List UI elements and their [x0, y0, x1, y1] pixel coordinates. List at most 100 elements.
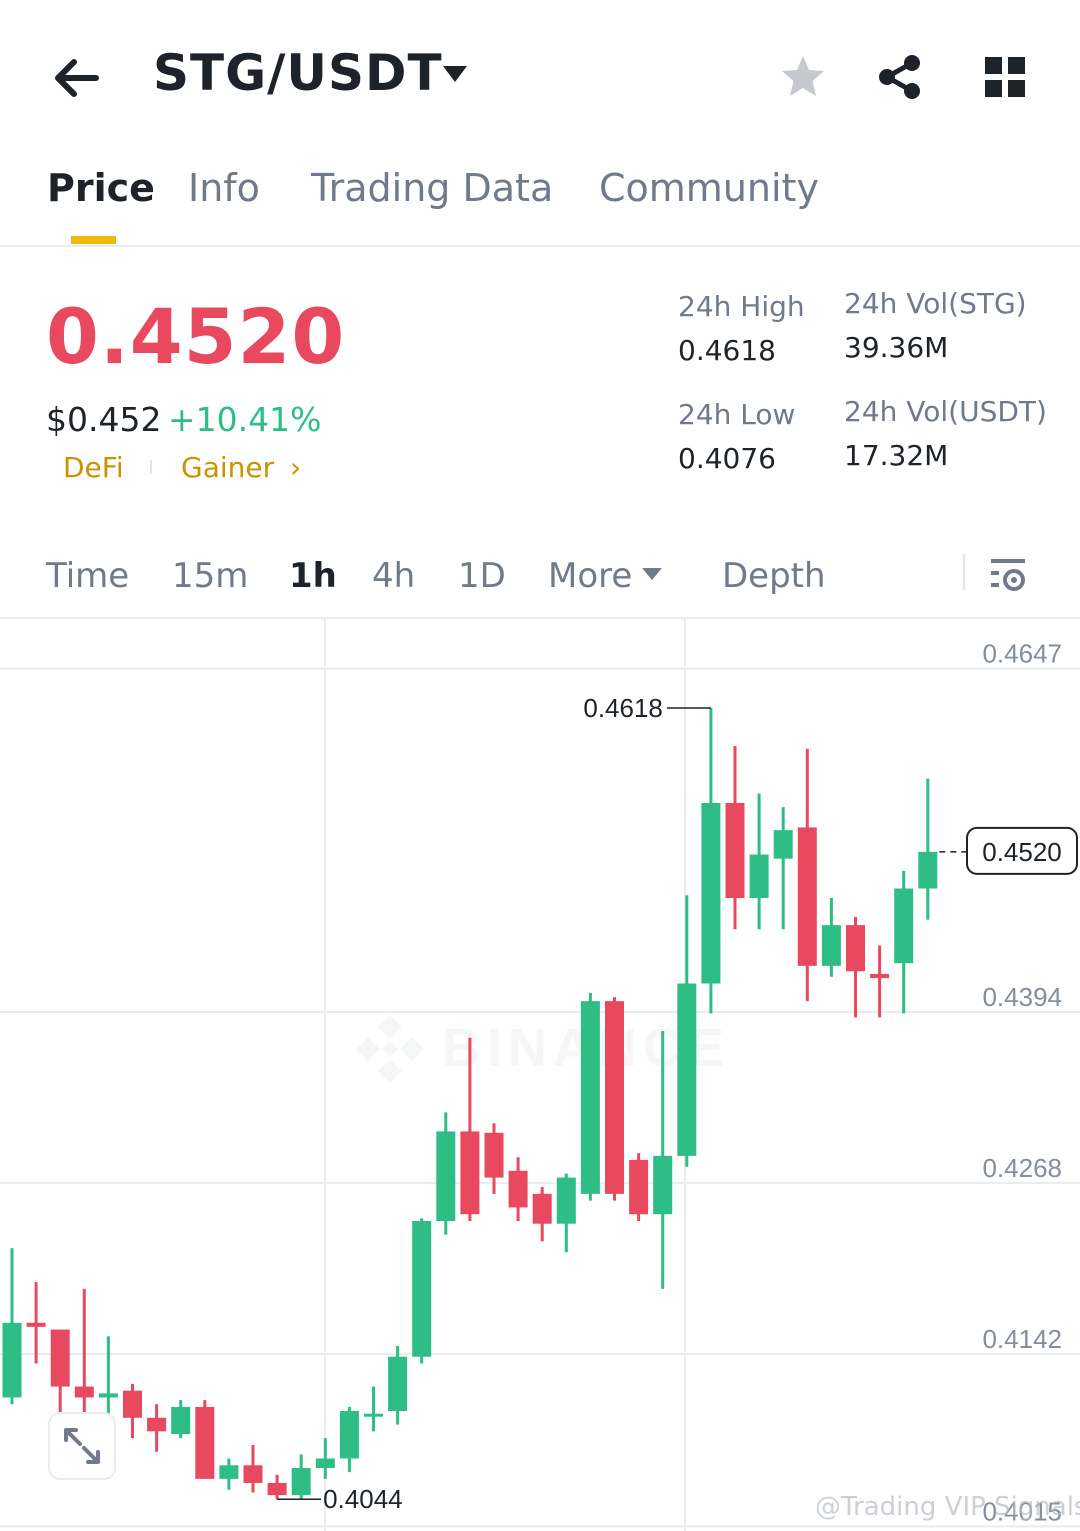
dropdown-caret-icon[interactable] [441, 62, 469, 86]
candle [846, 917, 865, 1018]
candle-body [797, 827, 817, 966]
grid-menu-icon[interactable] [983, 55, 1027, 99]
candle-body [364, 1413, 383, 1417]
candle [556, 1173, 576, 1253]
candle [870, 945, 890, 1018]
candle [219, 1458, 239, 1490]
candle [918, 778, 938, 920]
interval-15m[interactable]: 15m [172, 556, 248, 596]
candle [388, 1345, 408, 1425]
stat-label-24h-vol-usdt: 24h Vol(USDT) [844, 395, 1047, 428]
stat-value-24h-vol-stg: 39.36M [844, 331, 949, 364]
candle-body [556, 1177, 576, 1224]
tab-price[interactable]: Price [47, 166, 155, 210]
candle [291, 1454, 311, 1500]
low-marker-label: 0.4044 [323, 1484, 403, 1514]
pair-title[interactable]: STG/USDT [153, 44, 443, 102]
tab-trading-data[interactable]: Trading Data [311, 166, 553, 210]
tag-gainer[interactable]: Gainer [181, 451, 274, 484]
expand-icon [64, 1428, 100, 1464]
candle-body [484, 1132, 504, 1178]
tag-separator [150, 460, 152, 474]
candle [821, 898, 841, 977]
candle [2, 1248, 22, 1405]
stat-value-24h-high: 0.4618 [678, 334, 776, 367]
y-axis-tick-label: 0.4647 [982, 639, 1062, 669]
y-axis-tick-label: 0.4394 [982, 982, 1062, 1012]
chevron-right-icon[interactable]: › [290, 451, 301, 484]
interval-more[interactable]: More [548, 556, 632, 596]
interval-4h[interactable]: 4h [372, 556, 415, 596]
candle [894, 870, 914, 1014]
candle-body [677, 983, 697, 1156]
share-icon[interactable] [875, 52, 925, 102]
candle-body [508, 1170, 528, 1208]
candle-body [701, 803, 721, 984]
candlestick-chart[interactable]: BINANCE 0.46470.43940.42680.41420.40150.… [0, 619, 1080, 1531]
candle [364, 1386, 383, 1432]
candle-body [725, 803, 745, 898]
active-tab-indicator [71, 236, 116, 244]
candle-body [821, 925, 841, 966]
star-icon[interactable] [778, 52, 828, 102]
watermark-credit: @Trading VIP Signals [815, 1492, 1080, 1522]
tab-community[interactable]: Community [599, 166, 819, 210]
last-price-tag: 0.4520 [982, 837, 1062, 867]
candle [629, 1153, 649, 1221]
stat-label-24h-high: 24h High [678, 290, 805, 323]
candle [243, 1444, 263, 1493]
interval-1d[interactable]: 1D [458, 556, 506, 596]
candle [412, 1218, 432, 1364]
candle [123, 1383, 142, 1439]
candle-body [436, 1131, 456, 1221]
candle [677, 895, 697, 1167]
candle-body [532, 1193, 552, 1224]
binance-watermark: BINANCE [356, 1015, 724, 1083]
candle [339, 1406, 359, 1473]
candle-body [846, 925, 865, 972]
candle [701, 708, 721, 1014]
last-price: 0.4520 [46, 292, 346, 381]
candle-body [460, 1131, 480, 1215]
candle-body [870, 974, 890, 979]
candle-body [50, 1329, 70, 1387]
candle-body [26, 1322, 46, 1327]
tag-defi[interactable]: DeFi [63, 451, 124, 484]
candle-body [147, 1417, 167, 1432]
candle-body [243, 1465, 263, 1483]
interval-time[interactable]: Time [46, 556, 129, 596]
candle-body [123, 1390, 142, 1418]
more-caret-icon[interactable] [641, 566, 663, 582]
candle [532, 1187, 552, 1242]
candle [171, 1400, 191, 1439]
candle [749, 793, 769, 930]
candle [26, 1282, 46, 1364]
candle-body [2, 1322, 22, 1398]
interval-separator [963, 554, 965, 590]
candle [147, 1404, 167, 1452]
candle [436, 1112, 456, 1235]
candle-body [773, 830, 793, 859]
candle-body [195, 1406, 215, 1479]
stat-value-24h-low: 0.4076 [678, 442, 776, 475]
candle [508, 1157, 528, 1221]
change-percent: +10.41% [168, 400, 322, 439]
candle-body [219, 1465, 239, 1479]
candle-body [339, 1411, 359, 1459]
candle [797, 748, 817, 1002]
candle-body [918, 851, 938, 889]
expand-chart-button[interactable] [48, 1412, 116, 1480]
usd-price: $0.452 [46, 400, 162, 439]
candle-body [388, 1356, 408, 1411]
candle-body [98, 1393, 118, 1398]
chart-settings-icon[interactable] [988, 554, 1030, 594]
candle-body [894, 888, 914, 964]
candle-body [315, 1458, 335, 1468]
tab-info[interactable]: Info [188, 166, 260, 210]
stat-value-24h-vol-usdt: 17.32M [844, 439, 949, 472]
back-arrow-icon[interactable] [50, 52, 102, 104]
candle-body [653, 1155, 673, 1215]
candle [315, 1438, 335, 1479]
interval-1h[interactable]: 1h [289, 556, 337, 596]
interval-depth[interactable]: Depth [722, 556, 826, 596]
